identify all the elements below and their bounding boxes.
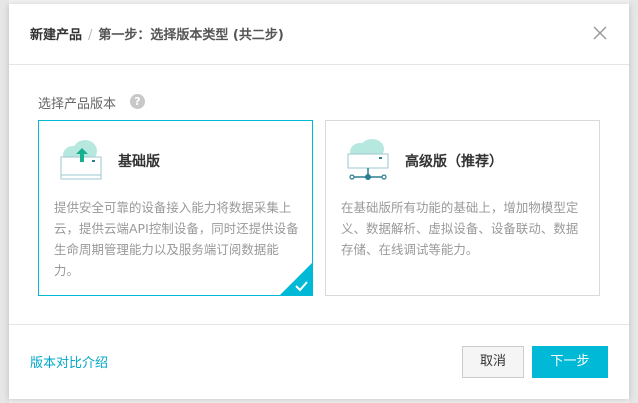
help-icon[interactable]: ? xyxy=(130,94,145,109)
section-label: 选择产品版本 xyxy=(38,97,117,112)
breadcrumb-separator: / xyxy=(88,28,93,43)
cancel-button[interactable]: 取消 xyxy=(462,346,524,378)
step-title: 第一步：选择版本类型 (共二步) xyxy=(98,28,284,43)
card-title: 基础版 xyxy=(118,154,160,170)
next-step-button[interactable]: 下一步 xyxy=(532,346,608,378)
version-compare-link[interactable]: 版本对比介绍 xyxy=(30,352,108,371)
card-title: 高级版（推荐） xyxy=(405,154,503,170)
card-description: 在基础版所有功能的基础上，增加物模型定义、数据解析、虚拟设备、设备联动、数据存储… xyxy=(341,200,579,257)
cloud-upload-icon xyxy=(60,140,102,180)
selected-check-icon xyxy=(280,263,312,295)
background-page-left xyxy=(0,0,9,403)
create-product-dialog: 新建产品 / 第一步：选择版本类型 (共二步) 选择产品版本 ? 基础版 提供安全可… xyxy=(9,4,629,399)
version-card-advanced[interactable]: 高级版（推荐） 在基础版所有功能的基础上，增加物模型定义、数据解析、虚拟设备、设… xyxy=(325,120,600,296)
dialog-header: 新建产品 / 第一步：选择版本类型 (共二步) xyxy=(9,4,629,65)
version-card-basic[interactable]: 基础版 提供安全可靠的设备接入能力将数据采集上云，提供云端API控制设备，同时还… xyxy=(38,120,313,296)
breadcrumb: 新建产品 / 第一步：选择版本类型 (共二步) xyxy=(30,24,284,43)
background-page-right xyxy=(629,0,638,403)
cloud-network-icon xyxy=(347,139,389,180)
dialog-footer: 版本对比介绍 取消 下一步 xyxy=(9,324,629,400)
card-description: 提供安全可靠的设备接入能力将数据采集上云，提供云端API控制设备，同时还提供设备… xyxy=(54,200,299,278)
breadcrumb-root: 新建产品 xyxy=(30,28,83,43)
close-icon[interactable] xyxy=(593,26,607,40)
